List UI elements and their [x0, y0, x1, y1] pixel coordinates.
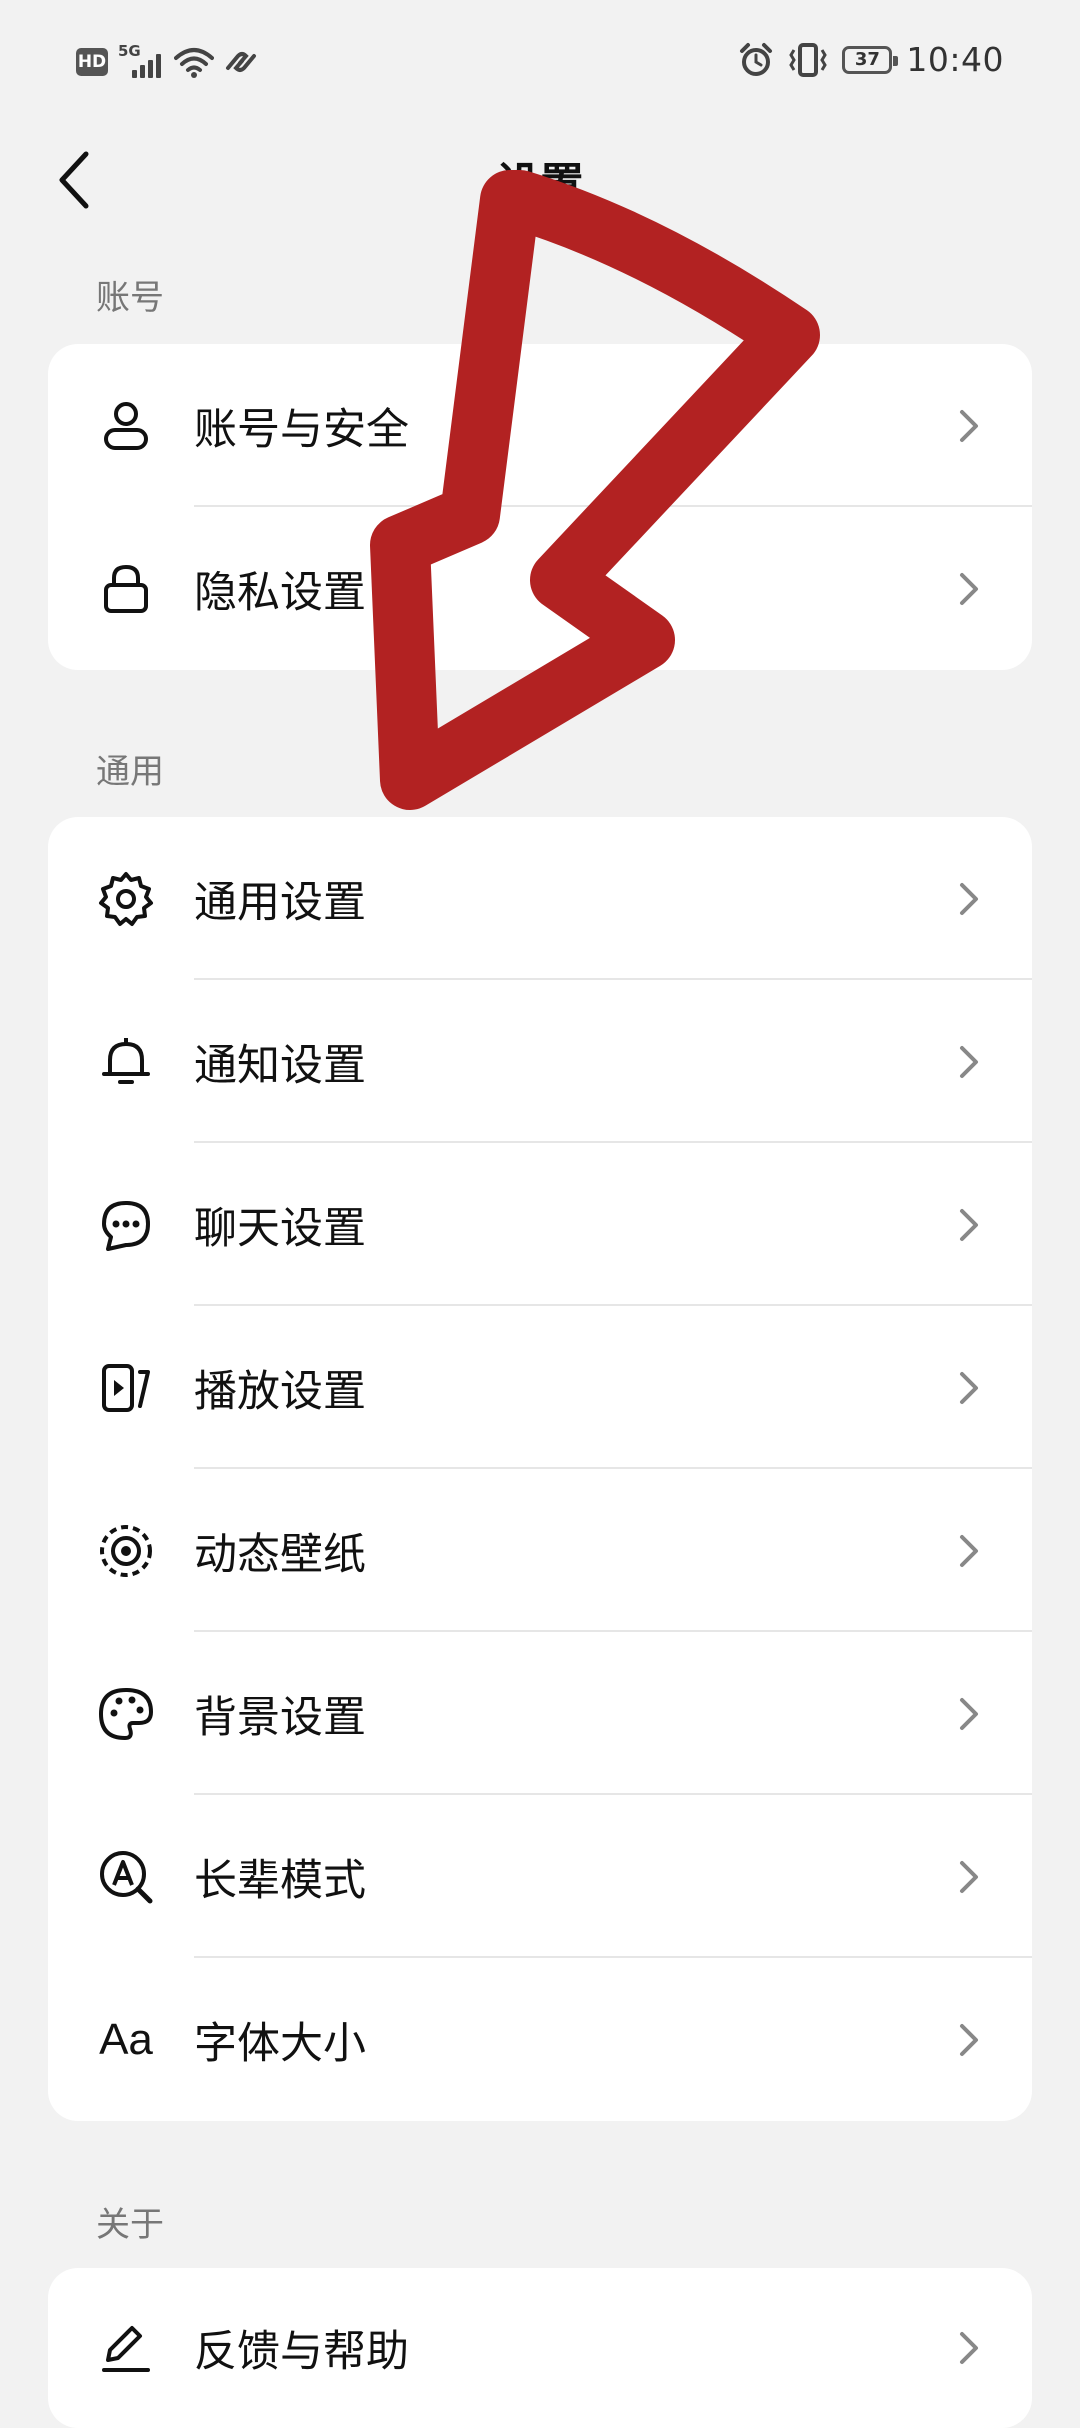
account-settings-card: 账号与安全 隐私设置	[48, 344, 1032, 670]
alarm-icon	[740, 42, 773, 76]
settings-item-label: 字体大小	[194, 2018, 366, 2069]
settings-item-label: 播放设置	[194, 1366, 366, 1417]
chevron-right-icon	[960, 2332, 978, 2364]
status-bar: HD 5G 37 10:40	[0, 0, 1080, 130]
chevron-right-icon	[960, 2023, 978, 2056]
settings-item-label: 聊天设置	[194, 1203, 366, 1254]
settings-item-label: 通知设置	[194, 1040, 366, 1091]
palette-icon	[96, 1684, 156, 1744]
settings-item-label: 反馈与帮助	[194, 2327, 409, 2377]
settings-item-label: 账号与安全	[194, 404, 409, 455]
settings-item-label: 通用设置	[194, 877, 366, 928]
settings-item-chat[interactable]: 聊天设置	[48, 1143, 1032, 1306]
status-right: 37 10:40	[738, 40, 1004, 79]
settings-item-notifications[interactable]: 通知设置	[48, 980, 1032, 1143]
chat-icon	[96, 1195, 156, 1255]
section-label-general: 通用	[96, 752, 164, 792]
chevron-right-icon	[960, 1371, 978, 1404]
settings-item-feedback-help[interactable]: 反馈与帮助	[48, 2268, 1032, 2428]
settings-item-playback[interactable]: 播放设置	[48, 1306, 1032, 1469]
play-phone-icon	[96, 1358, 156, 1418]
status-left: HD 5G	[76, 42, 258, 80]
settings-item-label: 隐私设置	[194, 567, 366, 618]
elder-mode-icon	[96, 1847, 156, 1907]
chevron-right-icon	[960, 882, 978, 915]
chevron-right-icon	[960, 1534, 978, 1567]
user-icon	[96, 396, 156, 456]
lock-icon	[96, 559, 156, 619]
font-size-icon: Aa	[99, 2014, 153, 2064]
chevron-right-icon	[960, 1045, 978, 1078]
hotspot-link-icon	[226, 52, 256, 72]
settings-item-label: 长辈模式	[194, 1855, 366, 1906]
settings-item-background[interactable]: 背景设置	[48, 1632, 1032, 1795]
general-settings-card: 通用设置 通知设置 聊天设置 播放设置 动态壁纸 背景设置 长辈模式 Aa 字体…	[48, 817, 1032, 2121]
hd-badge: HD	[76, 48, 108, 76]
about-settings-card: 反馈与帮助	[48, 2268, 1032, 2428]
chevron-right-icon	[960, 409, 978, 442]
settings-item-live-wallpaper[interactable]: 动态壁纸	[48, 1469, 1032, 1632]
settings-item-font-size[interactable]: Aa 字体大小	[48, 1958, 1032, 2121]
settings-item-general[interactable]: 通用设置	[48, 817, 1032, 980]
settings-item-label: 动态壁纸	[194, 1529, 366, 1580]
section-label-about: 关于	[96, 2205, 164, 2245]
status-time: 10:40	[906, 40, 1004, 79]
chevron-right-icon	[960, 1208, 978, 1241]
page-title: 设置	[496, 159, 584, 210]
battery-indicator: 37	[842, 45, 899, 74]
live-wallpaper-icon	[96, 1521, 156, 1581]
settings-item-elder-mode[interactable]: 长辈模式	[48, 1795, 1032, 1958]
settings-item-privacy[interactable]: 隐私设置	[48, 507, 1032, 670]
settings-item-account-security[interactable]: 账号与安全	[48, 344, 1032, 507]
gear-icon	[96, 869, 156, 929]
edit-icon	[96, 2318, 156, 2378]
chevron-right-icon	[960, 1860, 978, 1893]
settings-item-label: 背景设置	[194, 1692, 366, 1743]
section-label-account: 账号	[96, 278, 164, 318]
bell-icon	[96, 1032, 156, 1092]
cellular-signal-icon: 5G	[118, 42, 164, 80]
vibrate-icon	[789, 42, 828, 77]
chevron-right-icon	[960, 572, 978, 605]
wifi-icon	[174, 48, 214, 78]
chevron-right-icon	[960, 1697, 978, 1730]
